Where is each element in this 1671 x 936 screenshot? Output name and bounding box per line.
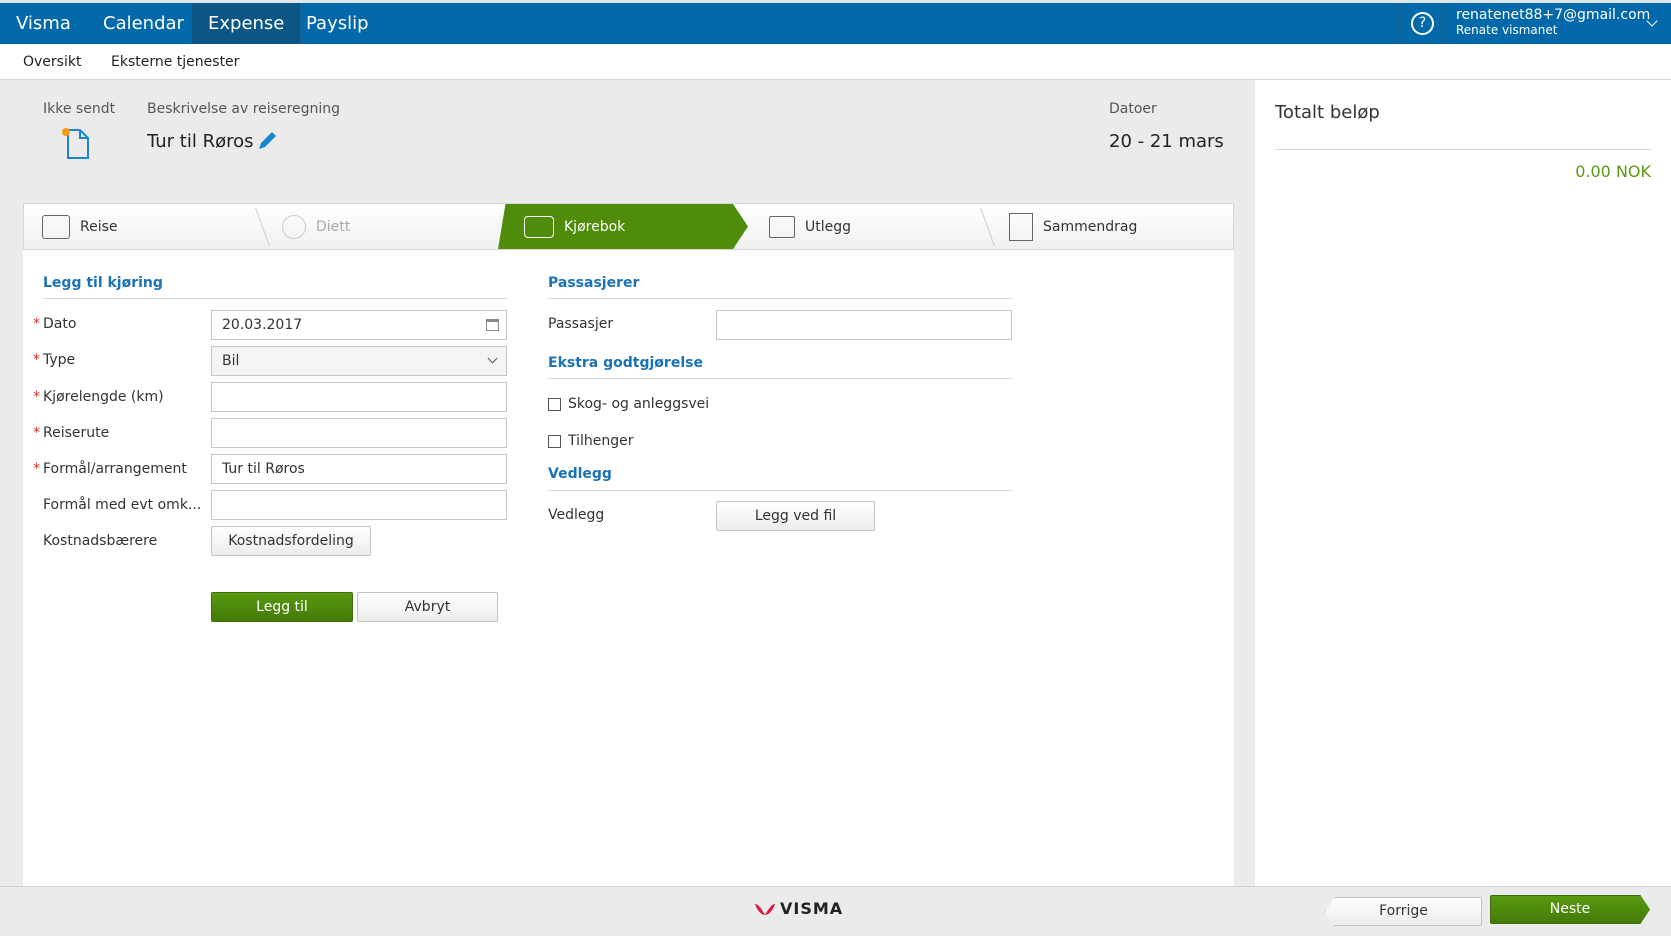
label-reiserute: * Reiserute	[33, 425, 110, 441]
clipboard-chart-icon	[1009, 212, 1033, 241]
nav-expense[interactable]: Expense	[192, 3, 302, 44]
tab-label: Kjørebok	[564, 218, 626, 235]
subnav-oversikt[interactable]: Oversikt	[23, 54, 81, 70]
description-label: Beskrivelse av reiseregning	[147, 101, 341, 117]
plate-icon	[282, 214, 306, 239]
section-title-add-driving: Legg til kjøring	[43, 275, 163, 291]
subnav-eksterne[interactable]: Eksterne tjenester	[111, 54, 239, 70]
dato-input[interactable]: 20.03.2017	[211, 310, 507, 340]
label-type: * Type	[33, 352, 76, 368]
section-title-passengers: Passasjerer	[548, 275, 640, 291]
report-title: Tur til Røros	[147, 131, 254, 152]
section-title-extra: Ekstra godtgjørelse	[548, 355, 703, 371]
step-tabs: Reise Diett Kjørebok Utlegg Sammendrag	[23, 203, 1234, 250]
help-icon: ?	[1411, 12, 1434, 35]
user-email: renatenet88+7@gmail.com	[1456, 7, 1651, 23]
status-label: Ikke sendt	[43, 101, 116, 117]
cancel-button[interactable]: Avbryt	[357, 592, 498, 622]
label-formal: * Formål/arrangement	[33, 461, 187, 477]
sub-nav: Oversikt Eksterne tjenester	[0, 44, 1671, 80]
label-formal-omk: Formål med evt omk...	[43, 497, 202, 513]
tab-label: Diett	[316, 218, 351, 235]
next-button[interactable]: Neste	[1490, 895, 1650, 924]
visma-logo-icon	[755, 903, 775, 915]
type-select[interactable]: Bil	[211, 346, 507, 376]
total-panel: Totalt beløp 0.00 NOK	[1255, 80, 1671, 886]
skog-label: Skog- og anleggsvei	[568, 396, 710, 412]
divider	[1275, 149, 1651, 150]
tab-label: Utlegg	[805, 218, 852, 235]
chevron-down-icon	[487, 353, 498, 364]
visma-logo: VISMA	[754, 899, 843, 918]
divider	[548, 490, 1012, 491]
nav-calendar[interactable]: Calendar	[87, 3, 201, 44]
main-card	[23, 203, 1234, 886]
label-passasjer: Passasjer	[548, 316, 614, 332]
top-bar: Visma Calendar Expense Payslip ? renaten…	[0, 0, 1671, 44]
passasjer-input[interactable]	[716, 310, 1012, 340]
tab-sammendrag[interactable]: Sammendrag	[1009, 204, 1229, 249]
user-name: Renate vismanet	[1456, 23, 1558, 37]
formal-input[interactable]: Tur til Røros	[211, 454, 507, 484]
total-label: Totalt beløp	[1275, 102, 1380, 123]
skog-checkbox[interactable]	[548, 398, 561, 411]
add-button[interactable]: Legg til	[211, 592, 353, 622]
nav-payslip[interactable]: Payslip	[290, 3, 385, 44]
tab-label: Reise	[80, 218, 118, 235]
tab-reise[interactable]: Reise	[42, 204, 262, 249]
attach-file-button[interactable]: Legg ved fil	[716, 501, 875, 531]
tilhenger-label: Tilhenger	[568, 433, 634, 449]
brand-link[interactable]: Visma	[0, 3, 88, 44]
car-icon	[524, 215, 554, 238]
divider	[548, 378, 1012, 379]
kostnadsfordeling-button[interactable]: Kostnadsfordeling	[211, 526, 371, 556]
tab-diett[interactable]: Diett	[282, 204, 502, 249]
total-value: 0.00 NOK	[1575, 162, 1651, 181]
footer: VISMA Forrige Neste	[0, 886, 1671, 936]
calendar-icon[interactable]	[486, 319, 499, 331]
help-button[interactable]: ?	[1400, 3, 1443, 44]
tab-label: Sammendrag	[1043, 218, 1138, 235]
tilhenger-checkbox[interactable]	[548, 435, 561, 448]
divider	[548, 298, 1012, 299]
tab-utlegg[interactable]: Utlegg	[769, 204, 989, 249]
new-document-icon	[62, 128, 89, 159]
divider	[43, 298, 507, 299]
dates-label: Datoer	[1109, 101, 1157, 117]
section-title-attachments: Vedlegg	[548, 466, 612, 482]
user-menu[interactable]: renatenet88+7@gmail.com Renate vismanet	[1456, 7, 1650, 37]
label-vedlegg: Vedlegg	[548, 507, 605, 523]
reiserute-input[interactable]	[211, 418, 507, 448]
dates-value: 20 - 21 mars	[1109, 131, 1224, 152]
label-kostnadsbaerere: Kostnadsbærere	[43, 533, 158, 549]
suitcase-icon	[42, 214, 70, 239]
tab-kjorebok[interactable]: Kjørebok	[498, 204, 748, 249]
formal-omk-input[interactable]	[211, 490, 507, 520]
previous-button[interactable]: Forrige	[1325, 897, 1482, 926]
label-km: * Kjørelengde (km)	[33, 389, 164, 405]
wallet-icon	[769, 215, 795, 238]
km-input[interactable]	[211, 382, 507, 412]
label-dato: * Dato	[33, 316, 77, 332]
edit-pencil-icon[interactable]	[256, 130, 278, 152]
